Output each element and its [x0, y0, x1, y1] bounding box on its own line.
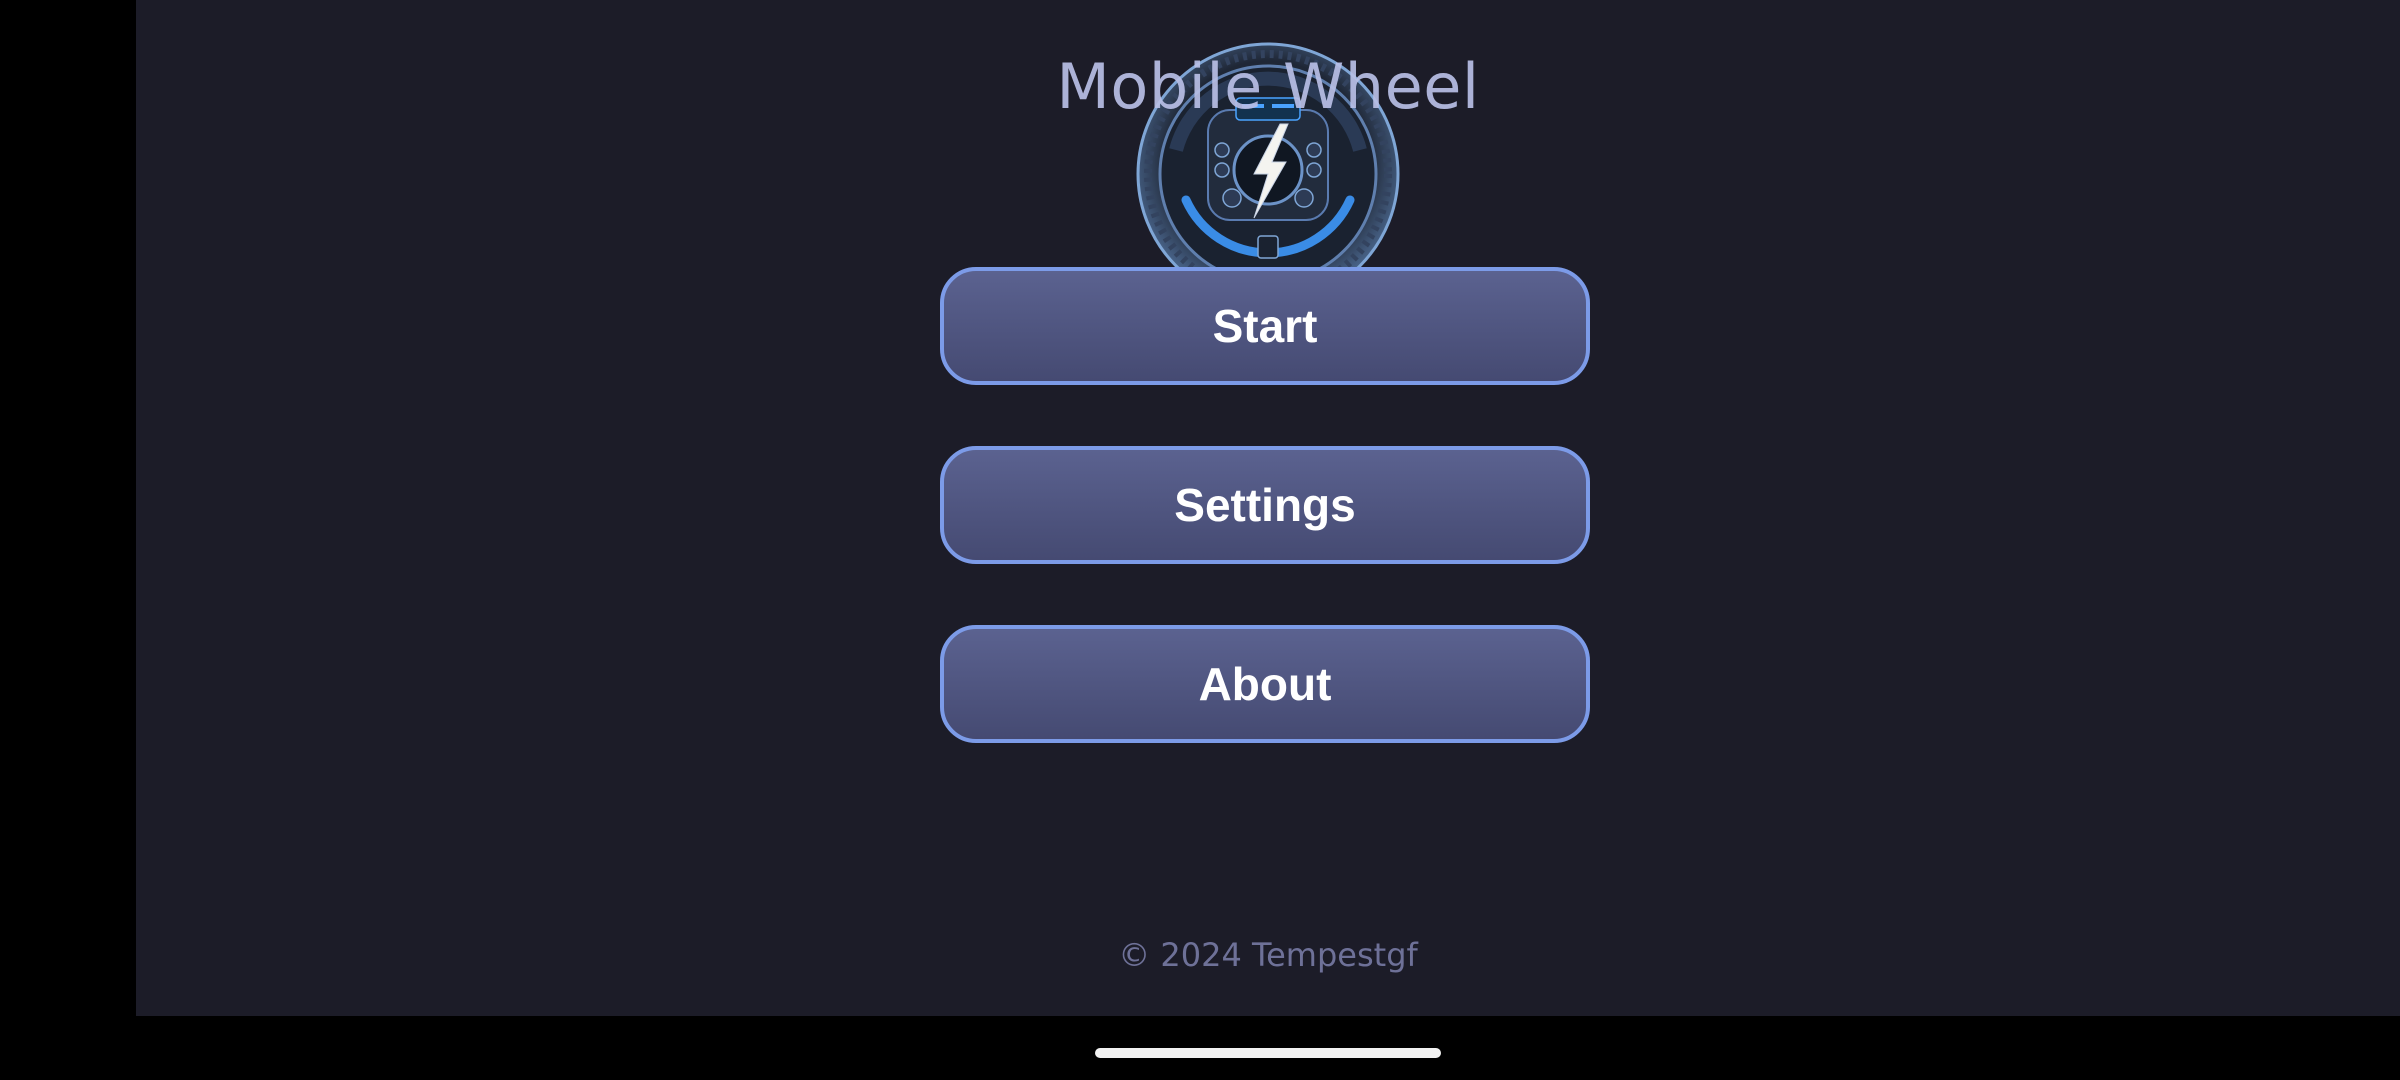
about-button[interactable]: About — [940, 625, 1590, 743]
home-indicator[interactable] — [1095, 1048, 1441, 1058]
copyright-text: © 2024 Tempestgf — [1118, 936, 1418, 974]
app-title: Mobile Wheel — [1056, 50, 1480, 123]
start-button[interactable]: Start — [940, 267, 1590, 385]
settings-button[interactable]: Settings — [940, 446, 1590, 564]
main-menu-screen: Mobile Wheel Start Settings About © 2024… — [136, 0, 2400, 1016]
screen-left-bar — [0, 0, 136, 1080]
